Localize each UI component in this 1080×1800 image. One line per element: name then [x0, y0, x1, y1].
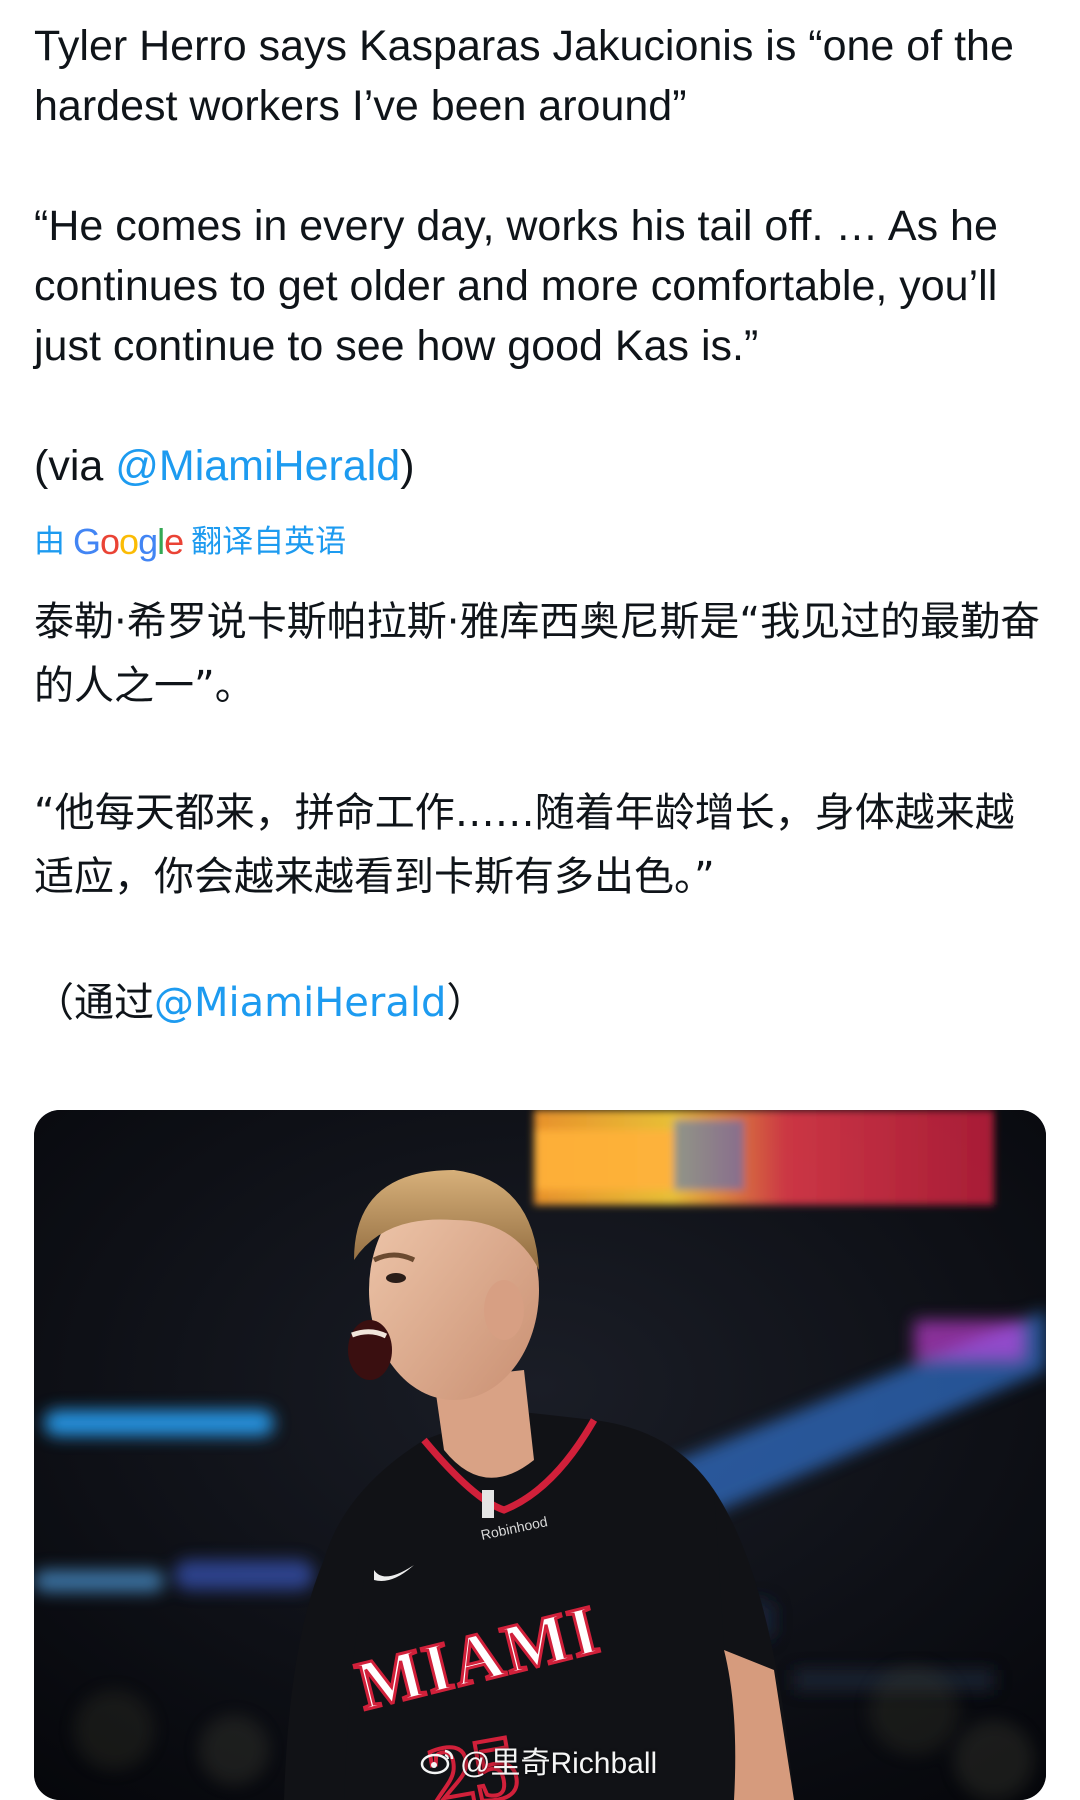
tweet-photo[interactable]: Robinhood MIAMI 25 [34, 1110, 1046, 1800]
tweet-text-source: (via @MiamiHerald) [34, 436, 1049, 496]
tweet-text-quote: “He comes in every day, works his tail o… [34, 202, 998, 370]
google-logo: Google [73, 521, 184, 562]
translated-by-label: 由 [34, 524, 65, 559]
translation-attribution[interactable]: 由 Google 翻译自英语 [34, 522, 346, 562]
translated-headline: 泰勒·希罗说卡斯帕拉斯·雅库西奥尼斯是“我见过的最勤奋的人之一”。 [34, 599, 1041, 709]
source-suffix: ) [400, 442, 415, 490]
translated-source: （通过@MiamiHerald） [34, 980, 487, 1026]
watermark-text: @里奇Richball [460, 1747, 658, 1780]
mention-link[interactable]: @MiamiHerald [115, 442, 400, 490]
source-prefix: (via [34, 442, 116, 490]
weibo-watermark: @里奇Richball [420, 1738, 657, 1782]
translated-quote: “他每天都来，拼命工作……随着年龄增长，身体越来越适应，你会越来越看到卡斯有多出… [34, 790, 1015, 900]
player-photo-illustration: Robinhood MIAMI 25 [34, 1110, 1046, 1800]
translated-mention-link[interactable]: @MiamiHerald [154, 980, 446, 1026]
weibo-icon [420, 1749, 454, 1775]
tweet-text-headline: Tyler Herro says Kasparas Jakucionis is … [34, 22, 1014, 130]
translated-from-label: 翻译自英语 [191, 524, 347, 559]
